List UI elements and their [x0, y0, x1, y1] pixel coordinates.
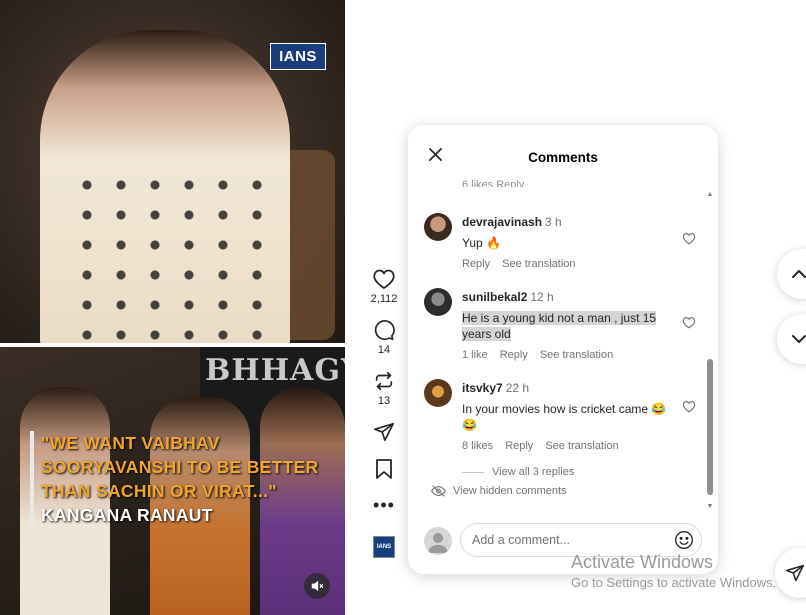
quote-speaker: KANGANA RANAUT [41, 505, 213, 525]
reel-video-frame[interactable]: IANS [0, 0, 345, 343]
bookmark-icon [376, 459, 392, 479]
replies-divider [462, 471, 484, 473]
comment-button[interactable]: 14 [373, 319, 395, 356]
heart-icon [373, 269, 395, 290]
comment-text: Yup 🔥 [462, 236, 501, 250]
event-banner-text: BHHAGYA VI [205, 353, 345, 388]
share-button[interactable] [373, 421, 395, 443]
comment-count: 14 [377, 344, 391, 356]
paper-plane-icon [785, 564, 805, 582]
more-options-button[interactable]: ••• [373, 495, 395, 515]
chevron-up-icon [792, 270, 806, 278]
reply-link[interactable]: Reply [462, 258, 490, 270]
paper-plane-icon [374, 422, 394, 442]
comments-panel: Comments 6 likes Reply devrajavinash 3 h … [408, 125, 718, 574]
heart-icon[interactable] [682, 232, 696, 245]
comments-header: Comments [408, 125, 718, 183]
comment-bubble-icon [374, 320, 395, 341]
view-hidden-comments-button[interactable]: View hidden comments [431, 485, 567, 497]
avatar[interactable] [424, 288, 452, 316]
like-count-link[interactable]: 8 likes [462, 440, 493, 452]
heart-icon[interactable] [682, 400, 696, 413]
previous-comment-meta: 6 likes Reply [462, 179, 525, 187]
like-count-link[interactable]: 1 like [462, 349, 488, 361]
comment-text: He is a young kid not a man , just 15 ye… [462, 310, 672, 342]
see-translation-link[interactable]: See translation [540, 349, 613, 361]
avatar[interactable] [424, 379, 452, 407]
ellipsis-icon: ••• [373, 495, 395, 515]
emoji-icon[interactable] [674, 530, 694, 550]
comment-text: In your movies how is cricket came 😂😂 [462, 402, 667, 432]
audio-thumbnail[interactable]: IANS [373, 536, 395, 558]
comments-title: Comments [528, 150, 598, 165]
see-translation-link[interactable]: See translation [545, 440, 618, 452]
reel-thumbnail-frame[interactable]: BHHAGYA VI "WE WANT VAIBHAV SOORYAVANSHI… [0, 347, 345, 615]
polka-dot-pattern [70, 170, 280, 340]
heart-icon[interactable] [682, 316, 696, 329]
scrollbar-thumb[interactable] [707, 359, 713, 495]
comment-time: 12 h [530, 290, 554, 304]
ians-logo: IANS [270, 43, 326, 70]
scroll-up-arrow-icon[interactable]: ▲ [706, 191, 714, 199]
comments-list[interactable]: devrajavinash 3 h Yup 🔥 Reply See transla… [408, 187, 708, 509]
like-button[interactable]: 2,112 [370, 268, 398, 305]
activate-windows-watermark: Activate Windows Go to Settings to activ… [571, 552, 776, 592]
view-replies-label: View all 3 replies [492, 466, 575, 478]
repost-button[interactable]: 13 [373, 370, 395, 407]
repost-icon [375, 371, 393, 391]
save-button[interactable] [374, 458, 394, 480]
comment-username[interactable]: sunilbekal2 [462, 290, 527, 304]
chevron-down-icon [792, 335, 806, 343]
highlighted-text: He is a young kid not a man , just 15 ye… [462, 311, 657, 341]
comment-username[interactable]: devrajavinash [462, 215, 542, 229]
reply-link[interactable]: Reply [500, 349, 528, 361]
comment-time: 3 h [545, 215, 562, 229]
like-count: 2,112 [370, 293, 398, 305]
next-reel-button[interactable] [777, 314, 806, 364]
watermark-title: Activate Windows [571, 552, 714, 572]
hidden-comments-label: View hidden comments [453, 485, 567, 497]
current-user-avatar [424, 527, 452, 555]
previous-reel-button[interactable] [777, 249, 806, 299]
eye-slash-icon [431, 485, 446, 497]
comment-username[interactable]: itsvky7 [462, 381, 503, 395]
comment-time: 22 h [505, 381, 530, 395]
reel-actions: 2,112 14 13 ••• IANS [363, 268, 405, 558]
messages-button[interactable] [775, 548, 806, 598]
quote-overlay: "WE WANT VAIBHAV SOORYAVANSHI TO BE BETT… [30, 431, 345, 527]
repost-count: 13 [377, 395, 391, 407]
view-replies-button[interactable]: View all 3 replies [462, 466, 574, 478]
reply-link[interactable]: Reply [505, 440, 533, 452]
speaker-muted-icon[interactable] [304, 573, 330, 599]
avatar[interactable] [424, 213, 452, 241]
comments-scrollbar[interactable]: ▲ ▼ [706, 191, 714, 511]
watermark-subtitle: Go to Settings to activate Windows. [571, 575, 777, 590]
quote-text: "WE WANT VAIBHAV SOORYAVANSHI TO BE BETT… [41, 433, 319, 501]
scroll-down-arrow-icon[interactable]: ▼ [706, 503, 714, 511]
see-translation-link[interactable]: See translation [502, 258, 575, 270]
